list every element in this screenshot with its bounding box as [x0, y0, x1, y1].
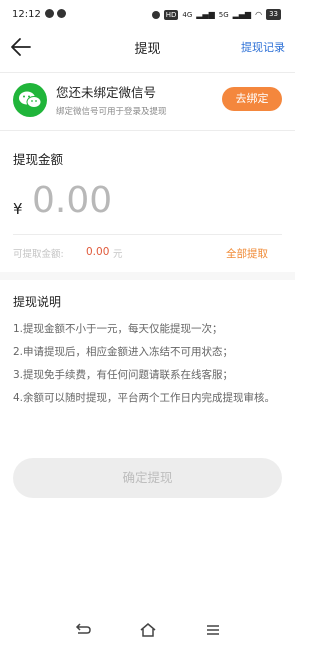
instruction-item: 3.提现免手续费，有任何问题请联系在线客服；	[13, 369, 234, 381]
bind-wechat-button[interactable]: 去绑定	[222, 87, 282, 111]
withdraw-history-link[interactable]: 提现记录	[241, 39, 285, 55]
withdraw-all-button[interactable]: 全部提取	[226, 246, 268, 261]
message-icon	[45, 9, 54, 18]
header: 提现 提现记录	[0, 30, 295, 64]
status-bar: 12:12 HD 4G ▂▄▆ 5G ▂▄▆ ◠ 33	[0, 0, 295, 30]
signal-icon-2: ▂▄▆	[232, 10, 252, 19]
system-menu-icon[interactable]	[203, 620, 223, 640]
amount-input[interactable]: 0.00	[32, 180, 112, 221]
section-divider	[0, 272, 295, 280]
network-5g: 5G	[218, 10, 229, 19]
divider	[0, 130, 295, 131]
network-4g: 4G	[182, 10, 193, 19]
instruction-item: 1.提现金额不小于一元，每天仅能提现一次；	[13, 323, 223, 335]
bind-subtitle: 绑定微信号可用于登录及提现	[56, 107, 167, 117]
currency-symbol: ¥	[13, 200, 23, 218]
status-time: 12:12	[12, 9, 41, 20]
bind-title: 您还未绑定微信号	[56, 85, 157, 100]
status-right: HD 4G ▂▄▆ 5G ▂▄▆ ◠ 33	[151, 9, 281, 20]
divider	[0, 72, 295, 73]
instruction-item: 4.余额可以随时提现，平台两个工作日内完成提现审核。	[13, 392, 276, 404]
instruction-item: 2.申请提现后，相应金额进入冻结不可用状态；	[13, 346, 234, 358]
alarm-icon	[151, 10, 160, 19]
battery-icon: 33	[266, 9, 281, 20]
hd-icon: HD	[163, 9, 179, 20]
signal-icon: ▂▄▆	[196, 10, 215, 19]
instructions-list: 1.提现金额不小于一元，每天仅能提现一次； 2.申请提现后，相应金额进入冻结不可…	[13, 318, 281, 410]
wechat-icon	[13, 83, 47, 117]
confirm-withdraw-button[interactable]: 确定提现	[13, 458, 282, 498]
bind-wechat-card: 您还未绑定微信号 绑定微信号可用于登录及提现 去绑定	[0, 78, 295, 126]
available-amount: 0.00	[86, 246, 110, 258]
amount-label: 提现金额	[13, 152, 64, 167]
divider	[13, 234, 282, 235]
available-unit: 元	[113, 249, 123, 260]
app-notification-icon	[57, 9, 66, 18]
system-home-icon[interactable]	[138, 620, 158, 640]
wifi-icon: ◠	[255, 10, 263, 19]
instructions-title: 提现说明	[13, 295, 62, 309]
system-navigation-bar	[0, 610, 295, 650]
available-label: 可提取金额:	[13, 249, 64, 260]
system-back-icon[interactable]	[73, 620, 93, 640]
status-notification-icons	[45, 9, 66, 18]
